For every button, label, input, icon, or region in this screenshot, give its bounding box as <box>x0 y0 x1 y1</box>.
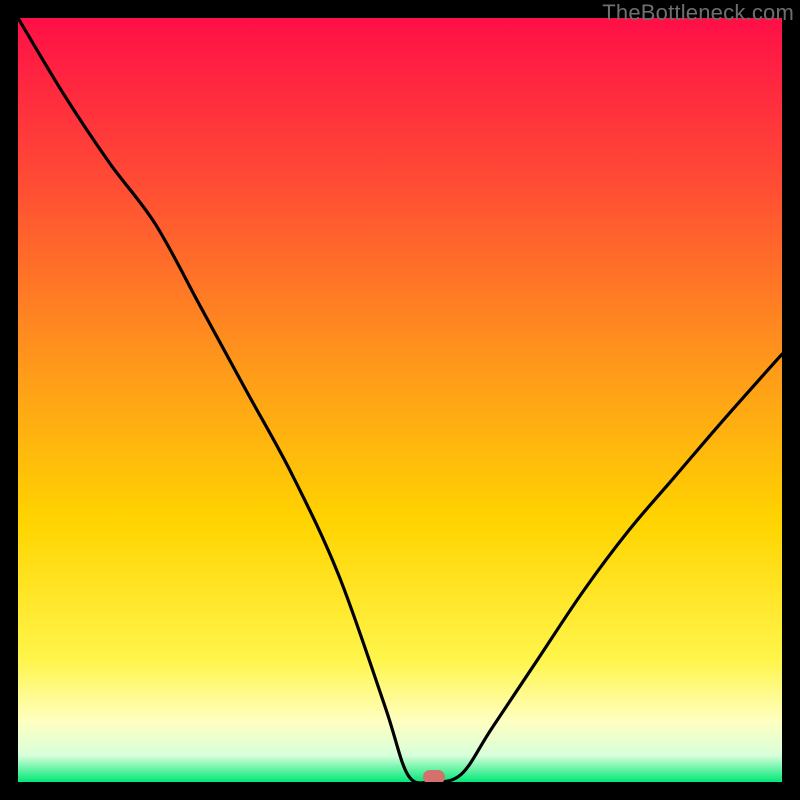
min-marker <box>423 770 445 782</box>
chart-stage: TheBottleneck.com <box>0 0 800 800</box>
watermark-text: TheBottleneck.com <box>602 0 794 26</box>
plot-area <box>18 18 782 782</box>
bottleneck-curve <box>18 18 782 782</box>
